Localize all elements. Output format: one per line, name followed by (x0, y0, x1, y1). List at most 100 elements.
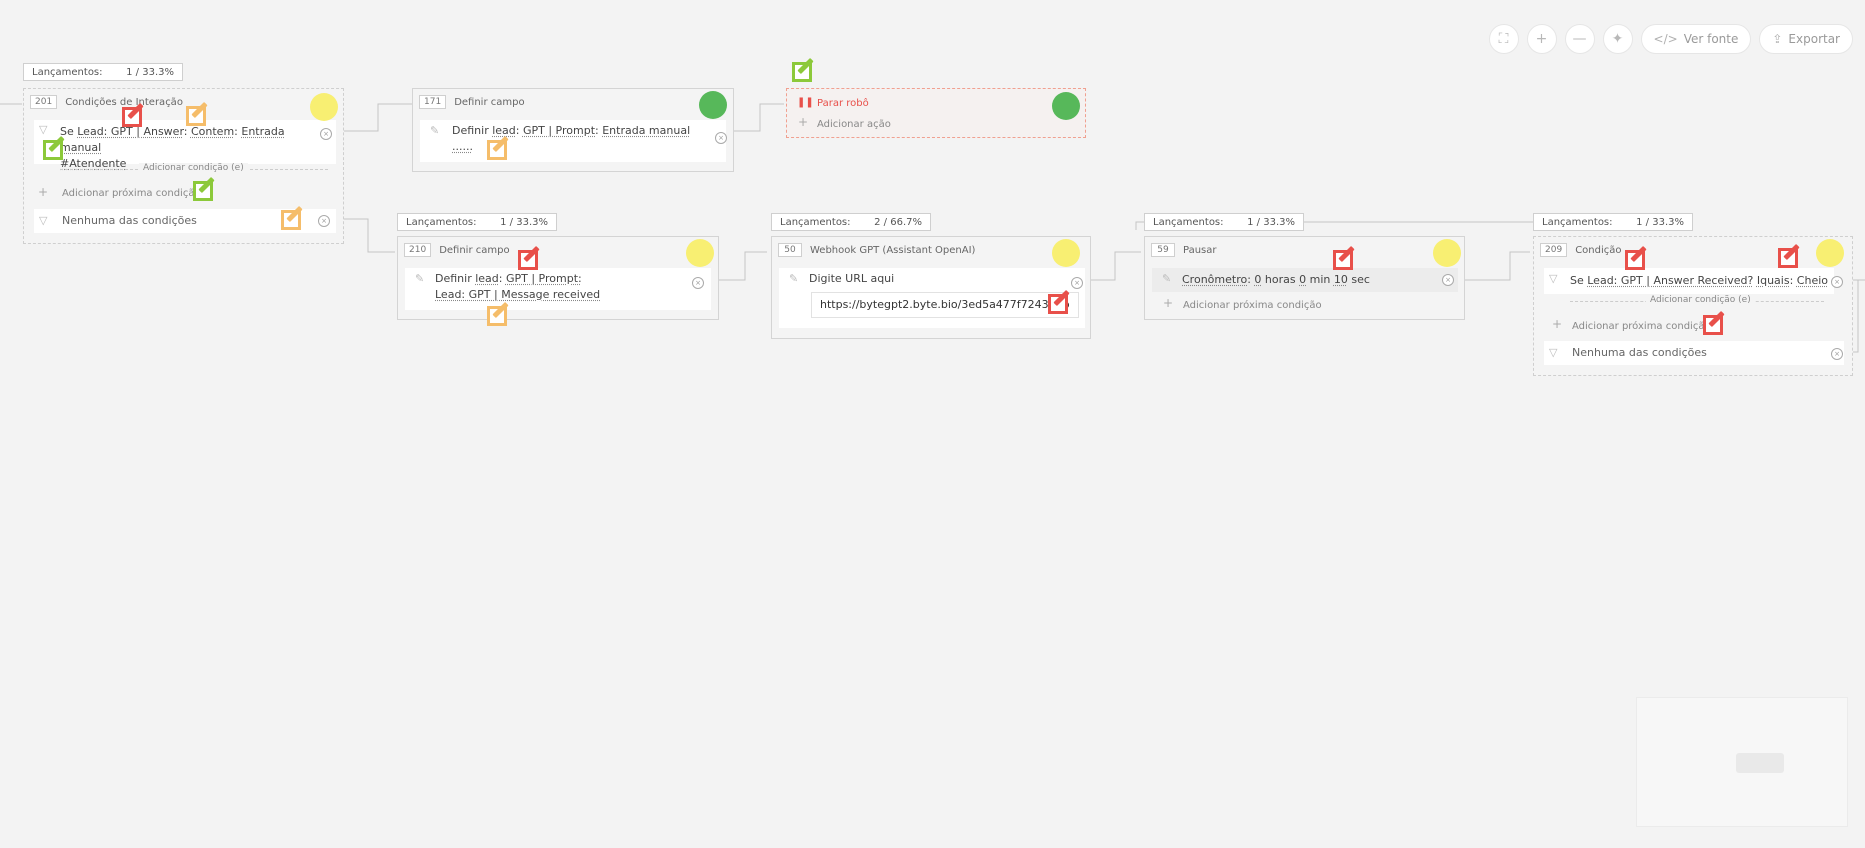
add-and-condition[interactable]: Adicionar condição (e) (1646, 295, 1755, 305)
status-dot (699, 91, 727, 119)
node-header: 59 Pausar (1151, 243, 1217, 257)
remove-icon[interactable]: × (1442, 274, 1454, 286)
condition-node-209[interactable]: 209 Condição ▽ Se Lead: GPT | Answer Rec… (1533, 236, 1853, 376)
cond-operator[interactable]: Contem (191, 125, 234, 138)
cond-field[interactable]: Lead: GPT | Answer Received? (1587, 274, 1753, 287)
no-conditions-label: Nenhuma das condições (62, 214, 197, 227)
add-next-condition[interactable]: Adicionar próxima condição (62, 188, 201, 199)
action-row[interactable]: ✎ Definir lead: GPT | Prompt: Lead: GPT … (405, 268, 711, 310)
remove-icon[interactable]: × (1831, 348, 1843, 360)
node-id: 210 (404, 243, 432, 257)
node-title: Parar robô (817, 98, 869, 109)
no-conditions-row[interactable]: ▽ Nenhuma das condições (1544, 341, 1844, 365)
webhook-row[interactable]: ✎ Digite URL aqui × https://bytegpt2.byt… (779, 268, 1085, 328)
stop-robot-node[interactable]: ❚❚ Parar robô + Adicionar ação (786, 88, 1086, 138)
filter-icon: ▽ (1549, 346, 1558, 359)
auto-arrange-button[interactable]: ✦ (1602, 24, 1633, 54)
node-header: 50 Webhook GPT (Assistant OpenAI) (778, 243, 975, 257)
hours-value[interactable]: 0 (1254, 273, 1261, 286)
add-and-condition[interactable]: Adicionar condição (e) (139, 163, 248, 173)
remove-icon[interactable]: × (318, 215, 330, 227)
cond-operator[interactable]: Iquais (1757, 274, 1790, 287)
field-value[interactable]: Entrada manual (602, 124, 690, 137)
url-input[interactable]: https://bytegpt2.byte.bio/3ed5a477f72431… (811, 292, 1079, 318)
add-action[interactable]: Adicionar ação (817, 119, 891, 130)
edit-marker-icon[interactable] (487, 140, 507, 160)
node-id: 59 (1151, 243, 1175, 257)
pause-node-59[interactable]: 59 Pausar ✎ Cronômetro: 0 horas 0 min 10… (1144, 236, 1465, 320)
launch-value: 1 / 33.3% (1636, 216, 1684, 228)
upload-icon: ⇪ (1772, 32, 1783, 46)
cond-value[interactable]: Cheio (1797, 274, 1828, 287)
minimap-viewport[interactable] (1736, 753, 1784, 773)
minimap[interactable] (1636, 697, 1848, 827)
node-header: 201 Condições de Interação (30, 95, 183, 109)
condition-row[interactable]: ▽ Se Lead: GPT | Answer: Contem: Entrada… (34, 120, 336, 170)
zoom-out-button[interactable]: — (1564, 24, 1595, 54)
edit-marker-icon[interactable] (1703, 315, 1723, 335)
timer-label[interactable]: Cronômetro (1182, 273, 1247, 286)
field-entity[interactable]: lead (475, 272, 499, 285)
node-header: 171 Definir campo (419, 95, 525, 109)
mins-value[interactable]: 0 (1299, 273, 1306, 286)
export-button[interactable]: ⇪ Exportar (1759, 24, 1853, 54)
field-value[interactable]: Lead: GPT | Message received (435, 288, 600, 301)
hours-unit: horas (1264, 273, 1296, 286)
filter-icon: ▽ (1549, 272, 1558, 285)
set-field-node-171[interactable]: 171 Definir campo ✎ Definir lead: GPT | … (412, 88, 734, 172)
field-name[interactable]: GPT | Prompt (523, 124, 595, 137)
edit-marker-icon[interactable] (193, 181, 213, 201)
timer-row[interactable]: ✎ Cronômetro: 0 horas 0 min 10 sec × (1152, 268, 1458, 292)
edit-marker-icon[interactable] (487, 306, 507, 326)
edit-marker-icon[interactable] (122, 107, 142, 127)
minus-icon: — (1572, 31, 1587, 47)
node-id: 171 (419, 95, 447, 109)
condition-row[interactable]: ▽ Se Lead: GPT | Answer Received? Iquais… (1544, 268, 1834, 294)
launch-stats: Lançamentos: 2 / 66.7% (771, 213, 931, 231)
edit-marker-icon[interactable] (792, 62, 812, 82)
edit-marker-icon[interactable] (186, 106, 206, 126)
no-conditions-label: Nenhuma das condições (1572, 346, 1707, 359)
pencil-icon: ✎ (430, 124, 440, 137)
remove-icon[interactable]: × (1071, 277, 1083, 289)
mins-unit: min (1309, 273, 1331, 286)
launch-value: 1 / 33.3% (126, 66, 174, 78)
launch-value: 1 / 33.3% (1247, 216, 1295, 228)
view-source-label: Ver fonte (1683, 32, 1739, 46)
remove-icon[interactable]: × (692, 277, 704, 289)
pencil-icon: ✎ (415, 272, 425, 285)
secs-value[interactable]: 10 (1334, 273, 1348, 286)
edit-marker-icon[interactable] (518, 250, 538, 270)
field-value-2[interactable]: ...... (452, 140, 473, 153)
add-next-condition[interactable]: Adicionar próxima condição (1572, 321, 1711, 332)
zoom-in-button[interactable]: + (1526, 24, 1557, 54)
status-dot (310, 93, 338, 121)
add-next-condition[interactable]: Adicionar próxima condição (1183, 300, 1322, 311)
edit-marker-icon[interactable] (1778, 248, 1798, 268)
edit-marker-icon[interactable] (1333, 250, 1353, 270)
node-title: Condição (1575, 244, 1622, 256)
remove-icon[interactable]: × (1831, 276, 1843, 288)
launch-stats: Lançamentos: 1 / 33.3% (1533, 213, 1693, 231)
plus-icon: + (1535, 31, 1548, 47)
launch-label: Lançamentos: (406, 216, 477, 228)
action-row[interactable]: ✎ Definir lead: GPT | Prompt: Entrada ma… (420, 120, 727, 162)
pencil-icon: ✎ (789, 272, 799, 285)
field-name[interactable]: GPT | Prompt: (506, 272, 582, 285)
fullscreen-button[interactable]: ⛶ (1488, 24, 1519, 54)
edit-marker-icon[interactable] (1625, 250, 1645, 270)
cond-prefix: Se (1570, 274, 1584, 287)
set-field-node-210[interactable]: 210 Definir campo ✎ Definir lead: GPT | … (397, 236, 719, 320)
magic-wand-icon: ✦ (1611, 31, 1624, 47)
launch-label: Lançamentos: (1153, 216, 1224, 228)
remove-icon[interactable]: × (320, 128, 332, 140)
view-source-button[interactable]: </> Ver fonte (1640, 24, 1752, 54)
plus-icon: + (798, 115, 809, 129)
filter-icon: ▽ (39, 214, 48, 227)
edit-marker-icon[interactable] (281, 210, 301, 230)
remove-icon[interactable]: × (715, 132, 727, 144)
webhook-node-50[interactable]: 50 Webhook GPT (Assistant OpenAI) ✎ Digi… (771, 236, 1091, 339)
launch-value: 2 / 66.7% (874, 216, 922, 228)
edit-marker-icon[interactable] (43, 140, 63, 160)
edit-marker-icon[interactable] (1048, 294, 1068, 314)
